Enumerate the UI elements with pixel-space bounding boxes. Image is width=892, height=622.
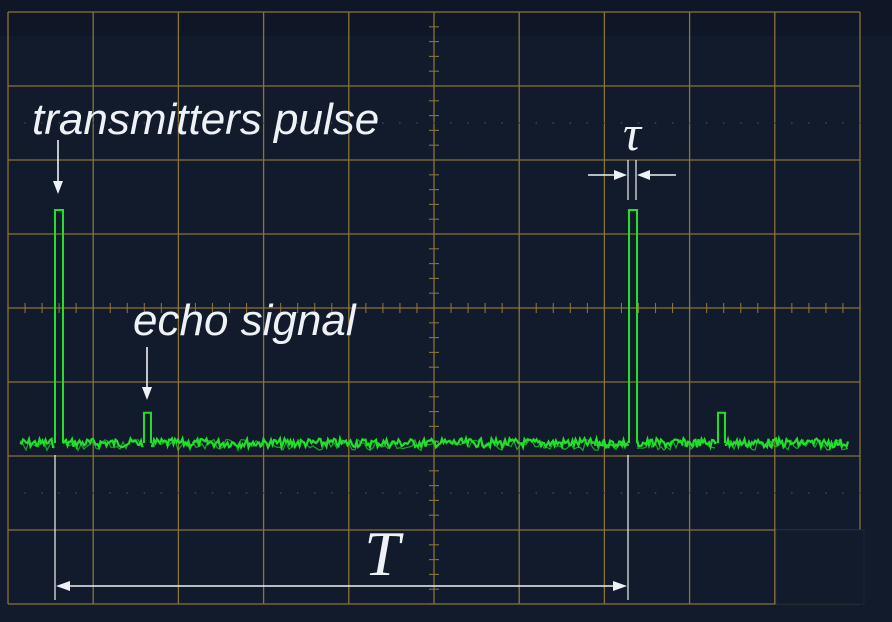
grid-dot bbox=[688, 492, 691, 494]
grid-dot bbox=[433, 492, 435, 494]
grid-dot bbox=[484, 492, 487, 494]
corner-panel bbox=[775, 529, 865, 605]
grid-dot bbox=[773, 492, 776, 494]
grid-dot bbox=[211, 492, 214, 494]
grid-dot bbox=[467, 492, 469, 494]
grid-dot bbox=[671, 492, 674, 494]
grid-dot bbox=[41, 492, 43, 494]
grid-dot bbox=[245, 492, 248, 494]
grid-dot bbox=[552, 122, 555, 124]
period-label: T bbox=[364, 518, 404, 589]
grid-dot bbox=[790, 122, 793, 124]
grid-dot bbox=[262, 492, 265, 494]
grid-dot bbox=[126, 492, 129, 494]
grid-dot bbox=[501, 122, 504, 124]
grid-dot bbox=[313, 492, 316, 494]
grid-dot bbox=[347, 492, 350, 494]
grid-dot bbox=[58, 492, 61, 494]
tau-label: τ bbox=[623, 105, 643, 161]
grid-dot bbox=[450, 122, 452, 124]
grid-dot bbox=[330, 492, 333, 494]
grid-dot bbox=[705, 122, 708, 124]
grid-dot bbox=[739, 122, 742, 124]
grid-dot bbox=[790, 492, 793, 494]
grid-dot bbox=[518, 492, 521, 494]
grid-dot bbox=[535, 122, 538, 124]
grid-dot bbox=[177, 492, 180, 494]
grid-dot bbox=[859, 122, 861, 124]
grid-dot bbox=[24, 122, 26, 124]
grid-dot bbox=[143, 492, 146, 494]
grid-dot bbox=[416, 492, 418, 494]
oscilloscope-screen: transmitters pulse echo signal τ T bbox=[0, 0, 892, 622]
grid-dot bbox=[586, 122, 589, 124]
grid-dot bbox=[399, 492, 401, 494]
grid-dot bbox=[825, 122, 827, 124]
grid-dot bbox=[671, 122, 674, 124]
grid-dot bbox=[433, 122, 435, 124]
grid-dot bbox=[279, 492, 282, 494]
grid-dot bbox=[228, 492, 231, 494]
grid-dot bbox=[296, 492, 299, 494]
grid-dot bbox=[364, 492, 367, 494]
grid-dot bbox=[825, 492, 827, 494]
echo-signal-label: echo signal bbox=[133, 296, 357, 345]
grid-dot bbox=[75, 492, 78, 494]
grid-dot bbox=[637, 492, 640, 494]
grid-dot bbox=[484, 122, 487, 124]
grid-dot bbox=[722, 492, 725, 494]
grid-dot bbox=[109, 492, 112, 494]
grid-dot bbox=[24, 492, 26, 494]
grid-dot bbox=[654, 122, 657, 124]
grid-dot bbox=[654, 492, 657, 494]
grid-dot bbox=[381, 492, 384, 494]
grid-dot bbox=[603, 492, 606, 494]
grid-dot bbox=[586, 492, 589, 494]
grid-dot bbox=[450, 492, 452, 494]
grid-dot bbox=[381, 122, 384, 124]
grid-dot bbox=[467, 122, 469, 124]
grid-dot bbox=[756, 492, 759, 494]
grid-dot bbox=[688, 122, 691, 124]
grid-dot bbox=[501, 492, 504, 494]
grid-dot bbox=[518, 122, 521, 124]
grid-dot bbox=[842, 122, 844, 124]
grid-dot bbox=[807, 122, 810, 124]
grid-dot bbox=[194, 492, 197, 494]
grid-dot bbox=[756, 122, 759, 124]
grid-dot bbox=[535, 492, 538, 494]
grid-dot bbox=[773, 122, 776, 124]
grid-dot bbox=[92, 492, 95, 494]
grid-dot bbox=[416, 122, 418, 124]
grid-dot bbox=[569, 492, 572, 494]
grid-dot bbox=[842, 492, 844, 494]
grid-dot bbox=[399, 122, 401, 124]
grid-dot bbox=[705, 492, 708, 494]
grid-dot bbox=[569, 122, 572, 124]
grid-dot bbox=[807, 492, 810, 494]
grid-dot bbox=[859, 492, 861, 494]
grid-dot bbox=[160, 492, 163, 494]
transmitter-pulse-label: transmitters pulse bbox=[32, 95, 379, 144]
grid-dot bbox=[620, 492, 623, 494]
grid-dot bbox=[722, 122, 725, 124]
grid-dot bbox=[552, 492, 555, 494]
grid-dot bbox=[603, 122, 606, 124]
screen-top-band bbox=[0, 0, 892, 36]
grid-dot bbox=[739, 492, 742, 494]
